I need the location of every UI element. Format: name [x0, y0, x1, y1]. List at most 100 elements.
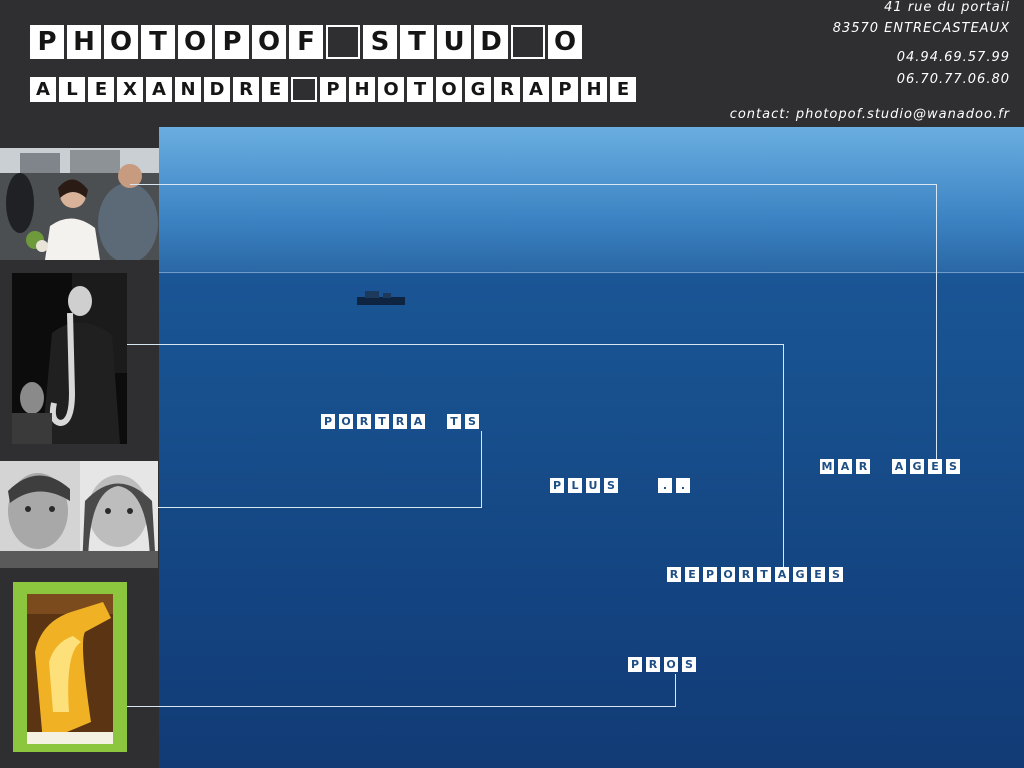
site-header: PHOTOPOFSTUDO ALEXANDREPHOTOGRAPHE 41 ru…	[0, 0, 1024, 127]
menu-link-portraits[interactable]: PORTRATS	[321, 414, 483, 429]
bottle-product-photo-thumbnail[interactable]	[13, 582, 127, 752]
menu-letter-tile: R	[646, 657, 660, 672]
title-letter-tile: P	[215, 25, 249, 59]
subtitle-letter-tile: L	[59, 77, 85, 102]
connector-line-portraits	[158, 507, 482, 508]
subtitle-letter-tile: R	[233, 77, 259, 102]
menu-letter-tile: L	[568, 478, 582, 493]
subtitle-letter-tile: D	[204, 77, 230, 102]
portrait-couple-photo-thumbnail[interactable]	[0, 461, 158, 568]
title-letter-tile: O	[252, 25, 286, 59]
menu-letter-tile: E	[685, 567, 699, 582]
subtitle-letter-tile: A	[523, 77, 549, 102]
site-subtitle-photographer: ALEXANDREPHOTOGRAPHE	[30, 77, 639, 102]
menu-letter-tile: E	[811, 567, 825, 582]
title-letter-tile: U	[437, 25, 471, 59]
menu-letter-tile: G	[910, 459, 924, 474]
subtitle-letter-tile: R	[494, 77, 520, 102]
subtitle-letter-tile: G	[465, 77, 491, 102]
photo-thumbnail-column	[0, 127, 159, 768]
menu-letter-tile: S	[829, 567, 843, 582]
saxophonist-photo-thumbnail[interactable]	[12, 273, 127, 444]
title-letter-tile: T	[400, 25, 434, 59]
title-letter-tile: F	[289, 25, 323, 59]
subtitle-letter-tile: A	[146, 77, 172, 102]
title-letter-tile	[511, 25, 545, 59]
title-letter-tile: O	[178, 25, 212, 59]
title-letter-tile	[326, 25, 360, 59]
boat-image	[357, 291, 405, 305]
menu-letter-tile: P	[703, 567, 717, 582]
title-letter-tile: O	[548, 25, 582, 59]
phone-mobile: 06.70.77.06.80	[896, 72, 1010, 87]
title-letter-tile: P	[30, 25, 64, 59]
connector-line-wedding	[130, 184, 936, 185]
menu-letter-tile: P	[550, 478, 564, 493]
subtitle-letter-tile: E	[610, 77, 636, 102]
subtitle-letter-tile: H	[581, 77, 607, 102]
menu-letter-tile: O	[721, 567, 735, 582]
menu-letter-tile: O	[339, 414, 353, 429]
connector-line-wedding-vertical	[936, 184, 937, 460]
menu-link-reportages[interactable]: REPORTAGES	[667, 567, 847, 582]
menu-letter-tile: S	[946, 459, 960, 474]
title-letter-tile: O	[104, 25, 138, 59]
title-letter-tile: S	[363, 25, 397, 59]
subtitle-letter-tile: T	[407, 77, 433, 102]
menu-letter-tile: .	[658, 478, 672, 493]
menu-letter-tile	[429, 414, 443, 429]
menu-letter-tile: S	[682, 657, 696, 672]
connector-line-reportages-vertical	[783, 344, 784, 569]
subtitle-letter-tile	[291, 77, 317, 102]
connector-line-pros	[127, 706, 676, 707]
menu-letter-tile: R	[357, 414, 371, 429]
subtitle-letter-tile: P	[320, 77, 346, 102]
phone-landline: 04.94.69.57.99	[896, 50, 1010, 65]
menu-letter-tile: .	[676, 478, 690, 493]
subtitle-letter-tile: O	[436, 77, 462, 102]
menu-letter-tile: M	[820, 459, 834, 474]
wedding-photo-thumbnail[interactable]	[0, 148, 159, 260]
menu-letter-tile: T	[447, 414, 461, 429]
connector-line-reportages	[127, 344, 784, 345]
menu-link-plus[interactable]: PLUS..	[550, 478, 694, 493]
contact-email-link[interactable]: contact: photopof.studio@wanadoo.fr	[730, 107, 1010, 122]
title-letter-tile: H	[67, 25, 101, 59]
menu-letter-tile: R	[739, 567, 753, 582]
horizon-line	[159, 272, 1024, 273]
menu-letter-tile: P	[321, 414, 335, 429]
menu-link-mariages[interactable]: MARAGES	[820, 459, 964, 474]
subtitle-letter-tile: O	[378, 77, 404, 102]
connector-line-portraits-vertical	[481, 431, 482, 508]
title-letter-tile: D	[474, 25, 508, 59]
menu-letter-tile: S	[465, 414, 479, 429]
menu-letter-tile: R	[856, 459, 870, 474]
menu-letter-tile: R	[393, 414, 407, 429]
subtitle-letter-tile: E	[88, 77, 114, 102]
menu-letter-tile	[622, 478, 636, 493]
subtitle-letter-tile: H	[349, 77, 375, 102]
subtitle-letter-tile: P	[552, 77, 578, 102]
menu-letter-tile: R	[667, 567, 681, 582]
menu-letter-tile: G	[793, 567, 807, 582]
menu-letter-tile	[874, 459, 888, 474]
subtitle-letter-tile: A	[30, 77, 56, 102]
subtitle-letter-tile: E	[262, 77, 288, 102]
title-letter-tile: T	[141, 25, 175, 59]
sea-background-image	[159, 127, 1024, 768]
menu-letter-tile: T	[757, 567, 771, 582]
menu-letter-tile: O	[664, 657, 678, 672]
address-city: 83570 ENTRECASTEAUX	[832, 21, 1010, 36]
menu-letter-tile: S	[604, 478, 618, 493]
subtitle-letter-tile: X	[117, 77, 143, 102]
menu-letter-tile: U	[586, 478, 600, 493]
address-street: 41 rue du portail	[884, 0, 1010, 15]
menu-letter-tile: A	[775, 567, 789, 582]
menu-letter-tile	[640, 478, 654, 493]
menu-letter-tile: A	[892, 459, 906, 474]
menu-letter-tile: A	[411, 414, 425, 429]
menu-letter-tile: T	[375, 414, 389, 429]
connector-line-pros-vertical	[675, 674, 676, 707]
menu-letter-tile: E	[928, 459, 942, 474]
menu-link-pros[interactable]: PROS	[628, 657, 700, 672]
